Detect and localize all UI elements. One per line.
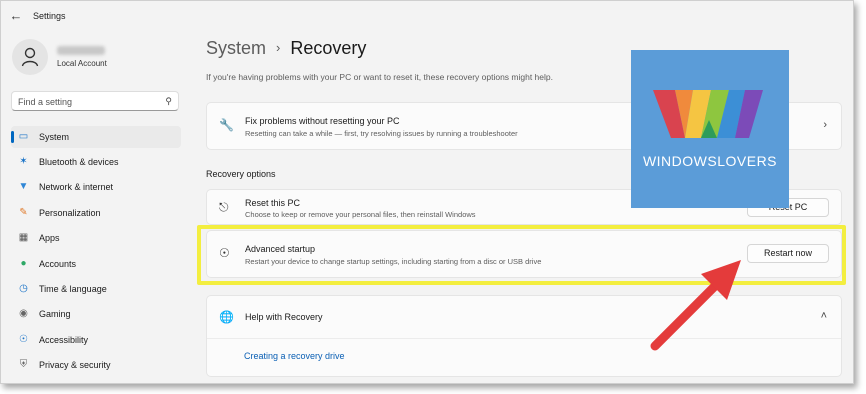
- globe-icon: 🌐: [219, 310, 234, 324]
- sidebar-item-label: Network & internet: [39, 182, 114, 192]
- sidebar-item-label: Privacy & security: [39, 360, 111, 370]
- sidebar-item-label: Personalization: [39, 208, 101, 218]
- user-icon: [21, 47, 39, 67]
- sidebar-item-label: Time & language: [39, 284, 107, 294]
- gaming-icon: ◉: [19, 308, 28, 319]
- settings-window: ← Settings Local Account Find a setting …: [0, 0, 854, 384]
- bluetooth-icon: ✶: [19, 156, 28, 167]
- watermark-text: WINDOWSLOVERS: [642, 153, 778, 169]
- search-icon[interactable]: ⚲: [165, 96, 172, 107]
- windowslovers-watermark: WINDOWSLOVERS: [631, 50, 789, 208]
- accounts-icon: ●: [20, 258, 27, 269]
- sidebar-item-accounts[interactable]: ● Accounts: [11, 253, 181, 275]
- search-placeholder: Find a setting: [18, 97, 73, 107]
- sidebar-item-time-language[interactable]: ◷ Time & language: [11, 278, 181, 300]
- sidebar-item-accessibility[interactable]: ☉ Accessibility: [11, 329, 181, 351]
- avatar[interactable]: [12, 39, 48, 75]
- recovery-drive-link[interactable]: Creating a recovery drive: [244, 351, 345, 361]
- fix-problems-desc: Resetting can take a while — first, try …: [245, 129, 518, 138]
- system-icon: ▭: [18, 131, 29, 142]
- brush-icon: ✎: [19, 207, 28, 218]
- active-indicator: [11, 131, 14, 143]
- help-recovery-title[interactable]: Help with Recovery: [245, 312, 323, 322]
- reset-pc-icon: ⎋: [219, 200, 229, 214]
- sidebar-item-bluetooth[interactable]: ✶ Bluetooth & devices: [11, 151, 181, 173]
- fix-problems-title: Fix problems without resetting your PC: [245, 116, 400, 126]
- red-arrow-icon: [650, 260, 741, 351]
- search-input[interactable]: Find a setting ⚲: [11, 91, 179, 111]
- sidebar-item-label: Accessibility: [39, 335, 89, 345]
- chevron-up-icon[interactable]: ˄: [821, 310, 827, 322]
- account-type: Local Account: [57, 59, 107, 68]
- sidebar-item-privacy[interactable]: ⛨ Privacy & security: [11, 354, 181, 376]
- sidebar-item-gaming[interactable]: ◉ Gaming: [11, 303, 181, 325]
- page-subtitle: If you're having problems with your PC o…: [206, 72, 553, 82]
- globe-clock-icon: ◷: [19, 283, 28, 294]
- sidebar-item-apps[interactable]: ▦ Apps: [11, 227, 181, 249]
- back-arrow-icon[interactable]: ←: [9, 9, 23, 23]
- page-title: Recovery: [290, 38, 367, 58]
- shield-icon: ⛨: [19, 359, 28, 370]
- network-icon: ▼: [18, 181, 29, 192]
- sidebar-item-personalization[interactable]: ✎ Personalization: [11, 202, 181, 224]
- section-recovery-options: Recovery options: [206, 169, 276, 179]
- sidebar-item-label: Bluetooth & devices: [39, 157, 119, 167]
- windowslovers-logo-icon: [653, 90, 763, 138]
- reset-pc-title: Reset this PC: [245, 198, 301, 208]
- account-name-redacted: [57, 46, 105, 55]
- chevron-right-icon: ›: [276, 40, 281, 55]
- chevron-right-icon: ›: [823, 119, 827, 131]
- sidebar-item-network[interactable]: ▼ Network & internet: [11, 176, 181, 198]
- sidebar-item-label: Gaming: [39, 309, 71, 319]
- sidebar-item-label: Accounts: [39, 259, 77, 269]
- sidebar-item-label: Apps: [39, 233, 60, 243]
- sidebar-item-label: System: [39, 132, 70, 142]
- app-title: Settings: [33, 11, 66, 21]
- reset-pc-desc: Choose to keep or remove your personal f…: [245, 210, 476, 219]
- apps-icon: ▦: [18, 232, 29, 243]
- title-bar: ← Settings: [1, 1, 853, 31]
- wrench-icon: 🔧: [219, 118, 234, 132]
- accessibility-icon: ☉: [19, 334, 28, 345]
- breadcrumb-parent[interactable]: System: [206, 38, 266, 58]
- sidebar-item-system[interactable]: ▭ System: [11, 126, 181, 148]
- breadcrumb: System › Recovery: [206, 38, 366, 59]
